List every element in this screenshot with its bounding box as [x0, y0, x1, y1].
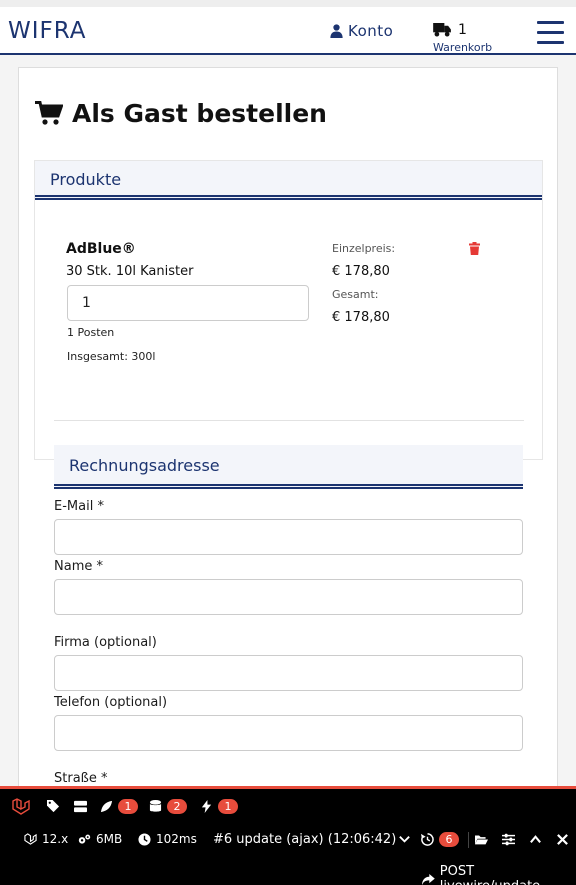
debug-bar-status: 12.x 6MB 102ms #6 update (ajax) (12:06:4…	[0, 823, 576, 857]
cart-link[interactable]: 1 Warenkorb	[433, 22, 492, 54]
product-description: 30 Stk. 10l Kanister	[66, 264, 194, 279]
user-icon	[330, 24, 343, 38]
cart-label: Warenkorb	[433, 41, 493, 54]
debug-tab-queries[interactable]: 2	[149, 799, 187, 814]
total-price-label: Gesamt:	[332, 288, 379, 301]
debug-bar: 1 2 1 12.x 6MB 102ms #6 update (ajax) (1…	[0, 786, 576, 885]
email-label: E-Mail *	[54, 499, 104, 514]
clock-icon	[138, 832, 151, 846]
views-badge: 1	[118, 799, 138, 814]
phone-field[interactable]	[54, 715, 523, 751]
leaf-icon	[100, 800, 113, 813]
request-dropdown-button[interactable]	[398, 833, 411, 846]
menu-bar	[537, 21, 564, 24]
version-text: 12.x	[42, 832, 69, 846]
company-label: Firma (optional)	[54, 635, 157, 650]
unit-price-label: Einzelpreis:	[332, 242, 396, 255]
divider	[54, 420, 524, 421]
product-name: AdBlue®	[66, 241, 136, 257]
menu-bar	[537, 41, 564, 44]
account-label: Konto	[348, 22, 394, 40]
street-label: Straße *	[54, 771, 108, 786]
close-button[interactable]	[556, 833, 569, 846]
chevron-up-icon	[530, 835, 541, 843]
debug-tab-tags[interactable]	[47, 800, 60, 813]
hamburger-menu-button[interactable]	[537, 21, 564, 45]
debug-bar-tabs: 1 2 1	[0, 789, 576, 823]
request-select[interactable]: #6 update (ajax) (12:06:42)	[213, 832, 396, 847]
chevron-down-icon	[399, 836, 410, 843]
folder-open-icon	[475, 835, 488, 845]
account-link[interactable]: Konto	[330, 22, 393, 40]
name-label: Name *	[54, 559, 103, 574]
billing-section: Rechnungsadresse	[54, 445, 523, 489]
trash-icon[interactable]	[469, 242, 480, 255]
database-icon	[149, 800, 162, 812]
billing-heading: Rechnungsadresse	[54, 445, 523, 489]
separator	[468, 832, 469, 848]
laravel-version: 12.x	[24, 832, 68, 846]
cogs-icon	[78, 834, 91, 844]
queries-badge: 2	[167, 799, 187, 814]
logo[interactable]: WIFRA	[8, 18, 87, 44]
truck-icon	[433, 23, 451, 37]
checkout-card: Als Gast bestellen Produkte AdBlue® 30 S…	[18, 67, 558, 807]
unit-price: € 178,80	[332, 264, 390, 279]
posten-count: 1 Posten	[67, 326, 115, 339]
close-icon	[557, 834, 568, 845]
company-field[interactable]	[54, 655, 523, 691]
laravel-icon	[12, 798, 30, 815]
page-title: Als Gast bestellen	[35, 99, 327, 128]
laravel-small-icon	[24, 832, 37, 845]
laravel-logo[interactable]	[11, 797, 31, 817]
request-select-value: #6 update (ajax) (12:06:42)	[213, 832, 397, 847]
menu-bar	[537, 31, 564, 34]
request-time: 102ms	[138, 832, 197, 846]
history-button[interactable]: 6	[421, 832, 459, 847]
open-button[interactable]	[475, 833, 488, 846]
history-icon	[421, 833, 434, 846]
debug-tab-request[interactable]	[74, 800, 87, 813]
total-price: € 178,80	[332, 310, 390, 325]
page-title-text: Als Gast bestellen	[72, 99, 327, 128]
route-text: POST livewire/update	[439, 864, 540, 885]
maximize-button[interactable]	[529, 833, 542, 846]
quantity-input[interactable]	[67, 285, 309, 321]
route-info[interactable]: POST livewire/update	[422, 864, 576, 885]
debug-tab-livewire[interactable]: 1	[200, 799, 238, 814]
shopping-cart-icon	[35, 101, 63, 125]
server-icon	[74, 800, 87, 813]
settings-button[interactable]	[502, 833, 515, 846]
bolt-icon	[201, 800, 212, 813]
products-section: Produkte AdBlue® 30 Stk. 10l Kanister 1 …	[34, 160, 543, 460]
phone-label: Telefon (optional)	[54, 695, 168, 710]
tags-icon	[47, 800, 60, 813]
debug-tab-views[interactable]: 1	[100, 799, 138, 814]
time-text: 102ms	[156, 832, 197, 846]
cart-count: 1	[458, 22, 467, 38]
history-badge: 6	[439, 832, 459, 847]
memory-text: 6MB	[96, 832, 123, 846]
top-strip	[0, 0, 576, 7]
share-icon	[422, 873, 435, 885]
memory-usage: 6MB	[78, 832, 122, 846]
livewire-badge: 1	[218, 799, 238, 814]
email-field[interactable]	[54, 519, 523, 555]
name-field[interactable]	[54, 579, 523, 615]
sliders-icon	[502, 833, 515, 846]
products-heading: Produkte	[35, 161, 542, 200]
site-header: WIFRA Konto 1 Warenkorb	[0, 7, 576, 55]
total-volume: Insgesamt: 300l	[67, 350, 156, 363]
debug-bar-route: POST livewire/update	[0, 857, 576, 885]
